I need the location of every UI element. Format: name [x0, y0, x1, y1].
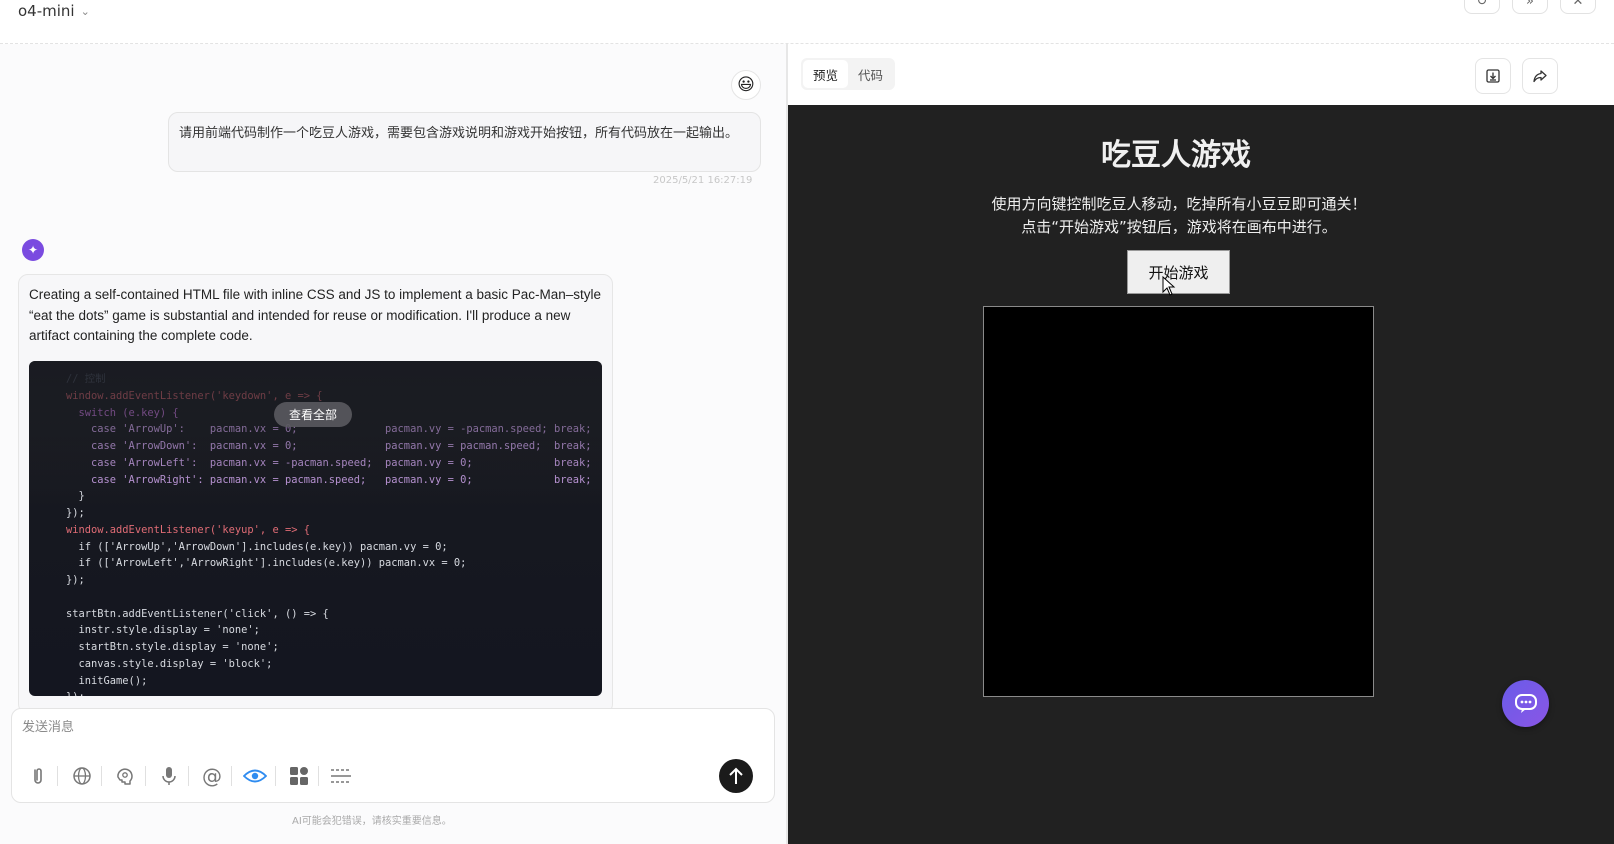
assistant-avatar-icon: ✦	[22, 239, 44, 261]
download-button[interactable]	[1475, 58, 1511, 94]
at-icon[interactable]: @	[200, 764, 224, 788]
tab-code[interactable]: 代码	[848, 60, 893, 88]
tab-preview[interactable]: 预览	[803, 60, 849, 88]
toolbar-separator	[145, 766, 146, 786]
preview-tabs: 预览 代码	[801, 58, 896, 90]
toolbar-separator	[318, 766, 319, 786]
code-line: });	[66, 689, 85, 696]
brain-icon[interactable]	[113, 764, 137, 788]
chat-bubble-icon	[1514, 693, 1537, 713]
instructions-line-2: 点击“开始游戏”按钮后，游戏将在画布中进行。	[1021, 218, 1337, 236]
toolbar-separator	[231, 766, 232, 786]
chat-float-button[interactable]	[1502, 680, 1549, 727]
globe-icon[interactable]	[70, 764, 94, 788]
forward-button[interactable]: »	[1512, 0, 1548, 14]
assistant-message-text: Creating a self-contained HTML file with…	[29, 287, 602, 343]
close-button[interactable]: ✕	[1560, 0, 1596, 14]
code-line: case 'ArrowRight': pacman.vx = pacman.sp…	[66, 473, 592, 486]
paperclip-icon[interactable]	[26, 764, 50, 788]
model-selector[interactable]: o4-mini ⌄	[18, 0, 90, 22]
code-line: switch (e.key) {	[66, 406, 179, 419]
toolbar-separator	[101, 766, 102, 786]
mic-icon[interactable]	[157, 764, 181, 788]
message-input[interactable]	[22, 720, 622, 735]
user-message-text: 请用前端代码制作一个吃豆人游戏，需要包含游戏说明和游戏开始按钮，所有代码放在一起…	[179, 126, 739, 141]
refresh-button[interactable]: ↻	[1464, 0, 1500, 14]
code-line: if (['ArrowLeft','ArrowRight'].includes(…	[66, 557, 467, 570]
code-line: });	[66, 507, 85, 519]
game-instructions: 使用方向键控制吃豆人移动，吃掉所有小豆豆即可通关！ 点击“开始游戏”按钮后，游戏…	[970, 193, 1388, 239]
share-button[interactable]	[1522, 58, 1558, 94]
download-icon	[1486, 69, 1500, 83]
message-timestamp: 2025/5/21 16:27:19	[653, 175, 753, 186]
share-icon	[1533, 70, 1547, 83]
toolbar-separator	[275, 766, 276, 786]
game-title: 吃豆人游戏	[1101, 138, 1251, 173]
apps-icon[interactable]	[287, 764, 311, 788]
divider-icon[interactable]	[329, 764, 353, 788]
code-line: startBtn.style.display = 'none';	[66, 641, 279, 653]
code-line: // 控制	[66, 373, 106, 385]
code-line: window.addEventListener('keyup', e => {	[66, 523, 310, 536]
disclaimer-text: AI可能会犯错误，请核实重要信息。	[292, 816, 452, 827]
eye-icon[interactable]	[243, 764, 267, 788]
code-line: }	[66, 490, 85, 503]
send-button[interactable]	[719, 759, 753, 793]
code-line: canvas.style.display = 'block';	[66, 657, 273, 670]
model-name: o4-mini	[18, 2, 75, 20]
code-line: instr.style.display = 'none';	[66, 624, 260, 637]
user-avatar: 😃	[731, 70, 761, 100]
code-line: initGame();	[66, 674, 148, 687]
code-line: case 'ArrowLeft': pacman.vx = -pacman.sp…	[66, 456, 592, 469]
game-canvas[interactable]	[983, 306, 1374, 697]
chevron-down-icon: ⌄	[80, 4, 90, 18]
toolbar-separator	[57, 766, 58, 786]
code-line: case 'ArrowDown': pacman.vx = 0; pacman.…	[66, 440, 592, 452]
instructions-line-1: 使用方向键控制吃豆人移动，吃掉所有小豆豆即可通关！	[991, 195, 1367, 213]
top-actions: ↻ » ✕	[1464, 0, 1596, 14]
user-message-bubble: 请用前端代码制作一个吃豆人游戏，需要包含游戏说明和游戏开始按钮，所有代码放在一起…	[168, 112, 761, 172]
toolbar-separator	[188, 766, 189, 786]
start-game-button[interactable]: 开始游戏	[1127, 250, 1230, 294]
top-bar: o4-mini ⌄ ↻ » ✕	[0, 0, 1614, 44]
code-line: if (['ArrowUp','ArrowDown'].includes(e.k…	[66, 540, 448, 553]
mouse-cursor-icon	[1162, 275, 1176, 301]
view-all-button[interactable]: 查看全部	[274, 402, 353, 427]
code-line: });	[66, 574, 85, 586]
code-line: startBtn.addEventListener('click', () =>…	[66, 607, 329, 620]
